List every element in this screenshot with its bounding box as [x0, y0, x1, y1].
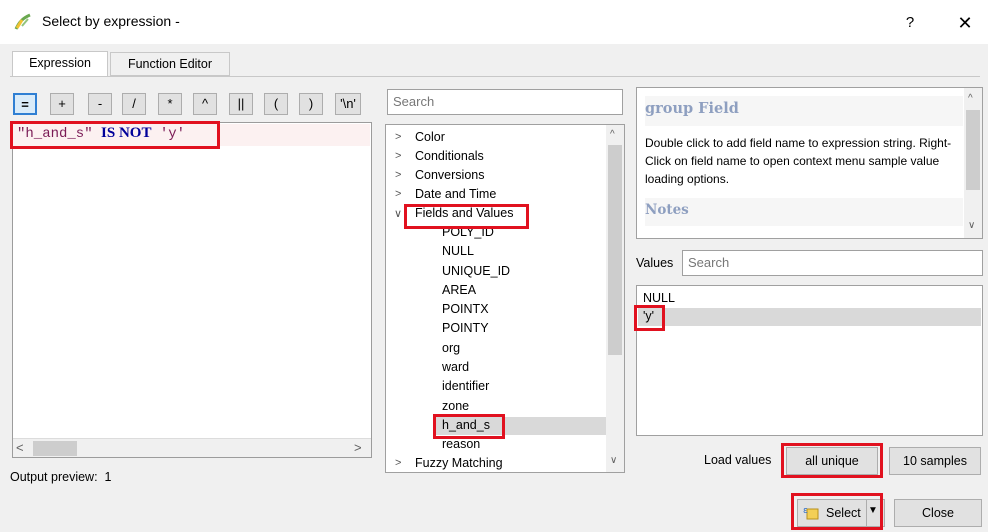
expression-editor[interactable] — [12, 122, 372, 458]
window-title: Select by expression - — [42, 13, 180, 29]
values-search-input[interactable]: Search — [682, 250, 983, 276]
qgis-app-icon — [13, 12, 33, 32]
help-title: group Field — [645, 100, 739, 117]
chevron-right-icon[interactable]: > — [395, 169, 401, 181]
chevron-down-icon[interactable]: ∨ — [394, 207, 402, 220]
help-body: Double click to add field name to expres… — [645, 136, 952, 186]
load-values-label: Load values — [704, 453, 772, 467]
tree-field-item[interactable]: NULL — [442, 244, 474, 258]
scroll-right-icon[interactable]: > — [354, 440, 362, 455]
tree-group-fuzzy-matching[interactable]: Fuzzy Matching — [415, 456, 503, 470]
operator-open-paren-button[interactable]: ( — [264, 93, 288, 115]
operator-newline-button[interactable]: '\n' — [335, 93, 361, 115]
chevron-right-icon[interactable]: > — [395, 150, 401, 162]
expression-highlight-box — [10, 121, 220, 149]
operator-close-paren-button[interactable]: ) — [299, 93, 323, 115]
tree-field-item[interactable]: reason — [442, 437, 480, 451]
scrollbar-thumb[interactable] — [608, 145, 622, 355]
field-selection-highlight-box — [433, 414, 505, 439]
value-item[interactable]: NULL — [643, 291, 675, 305]
values-list[interactable]: NULL 'y' — [636, 285, 983, 436]
value-highlight-box — [634, 305, 665, 331]
scroll-up-icon[interactable]: ^ — [968, 93, 973, 104]
operator-divide-button[interactable]: / — [122, 93, 146, 115]
scroll-up-icon[interactable]: ^ — [610, 129, 615, 140]
scroll-down-icon[interactable]: ∨ — [968, 220, 975, 231]
tree-field-item[interactable]: POINTX — [442, 302, 489, 316]
close-button[interactable]: Close — [894, 499, 982, 527]
ten-samples-button[interactable]: 10 samples — [889, 447, 981, 475]
tree-field-item[interactable]: UNIQUE_ID — [442, 264, 510, 278]
operator-concat-button[interactable]: || — [229, 93, 253, 115]
scrollbar-thumb[interactable] — [33, 441, 77, 456]
notes-header — [645, 198, 963, 226]
scroll-left-icon[interactable]: < — [16, 440, 24, 455]
select-highlight-box — [791, 493, 883, 530]
operator-minus-button[interactable]: - — [88, 93, 112, 115]
tab-function-editor[interactable]: Function Editor — [110, 52, 230, 76]
tree-vertical-scrollbar[interactable]: ^ ∨ — [606, 125, 624, 472]
close-window-button[interactable]: ✕ — [950, 10, 980, 36]
help-panel: group Field Double click to add field na… — [636, 87, 983, 239]
tree-group-date-time[interactable]: Date and Time — [415, 187, 496, 201]
help-vertical-scrollbar[interactable]: ^ ∨ — [964, 88, 982, 238]
operator-multiply-button[interactable]: * — [158, 93, 182, 115]
tab-expression[interactable]: Expression — [12, 51, 108, 77]
function-tree[interactable]: > Color > Conditionals > Conversions > D… — [385, 124, 625, 473]
chevron-right-icon[interactable]: > — [395, 188, 401, 200]
scroll-down-icon[interactable]: ∨ — [610, 455, 617, 466]
tree-group-conditionals[interactable]: Conditionals — [415, 149, 484, 163]
fields-values-highlight-box — [404, 204, 529, 229]
operator-equals-button[interactable]: = — [13, 93, 37, 115]
output-preview: Output preview: 1 — [10, 470, 112, 484]
all-unique-highlight-box — [781, 443, 883, 478]
tree-field-item[interactable]: AREA — [442, 283, 476, 297]
tab-divider — [10, 76, 980, 77]
tree-field-item[interactable]: POINTY — [442, 321, 489, 335]
tree-field-item[interactable]: zone — [442, 399, 469, 413]
notes-title: Notes — [645, 202, 689, 218]
selected-row-highlight — [638, 308, 981, 326]
scrollbar-thumb[interactable] — [966, 110, 980, 190]
operator-plus-button[interactable]: + — [50, 93, 74, 115]
chevron-right-icon[interactable]: > — [395, 131, 401, 143]
tree-group-color[interactable]: Color — [415, 130, 445, 144]
tree-field-item[interactable]: ward — [442, 360, 469, 374]
chevron-right-icon[interactable]: > — [395, 457, 401, 469]
tree-field-item[interactable]: org — [442, 341, 460, 355]
tree-group-conversions[interactable]: Conversions — [415, 168, 484, 182]
help-button[interactable]: ? — [895, 10, 925, 36]
values-label: Values — [636, 256, 674, 270]
editor-horizontal-scrollbar[interactable]: < > — [13, 438, 371, 457]
operator-power-button[interactable]: ^ — [193, 93, 217, 115]
function-search-input[interactable]: Search — [387, 89, 623, 115]
tree-field-item[interactable]: identifier — [442, 379, 489, 393]
